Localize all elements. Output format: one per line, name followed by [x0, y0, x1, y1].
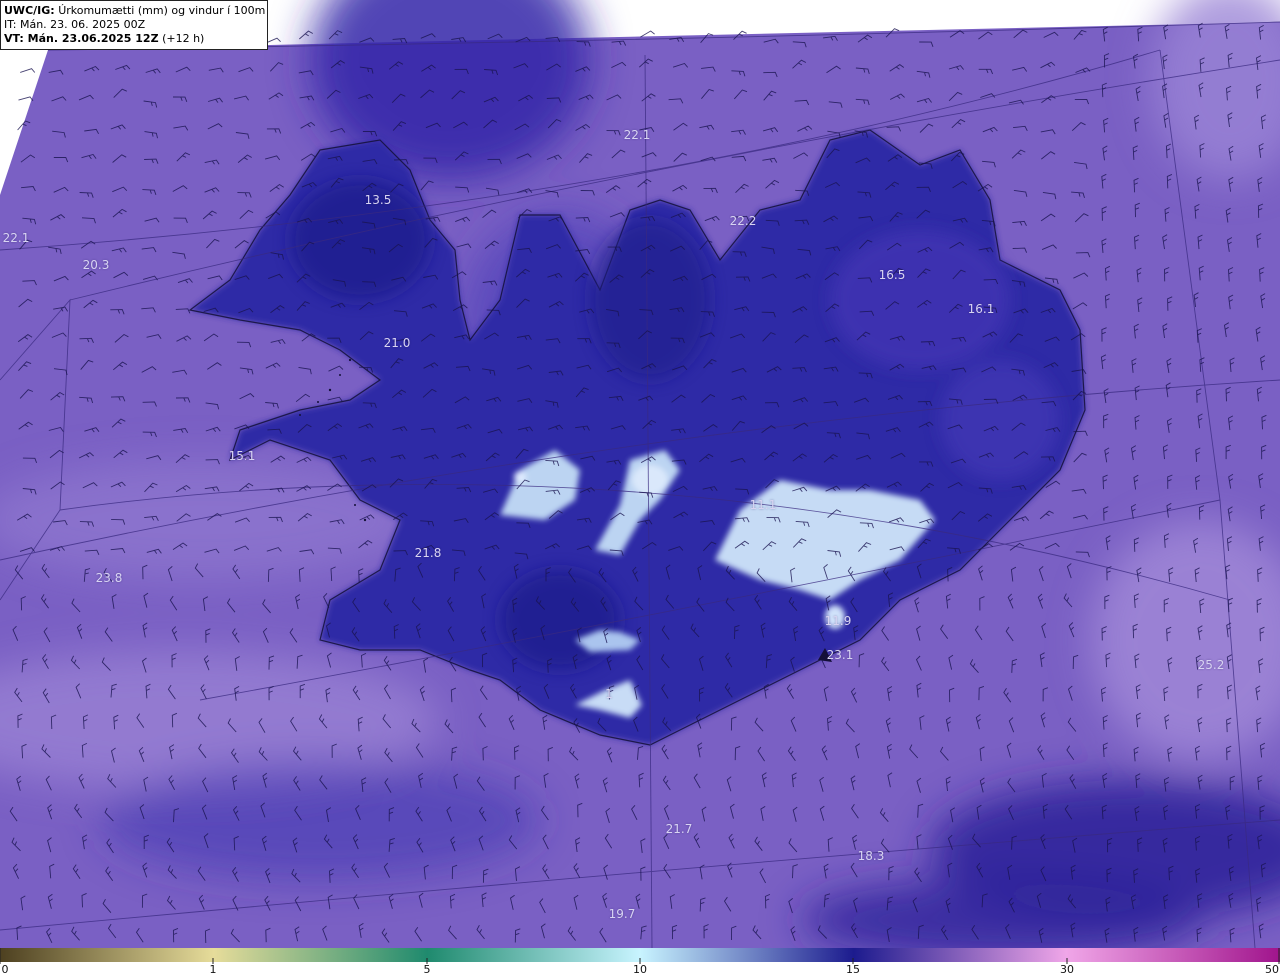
point-value: 13.5	[364, 193, 392, 207]
point-value: 21.0	[383, 336, 411, 350]
map-info-box: UWC/IG: Úrkomumætti (mm) og vindur í 100…	[0, 0, 268, 50]
point-value: 15.1	[228, 449, 256, 463]
point-value: 21.7	[665, 822, 693, 836]
point-value: 20.3	[82, 258, 110, 272]
point-value: 22.2	[729, 214, 757, 228]
colorbar-tick: 30	[1060, 963, 1074, 976]
colorbar: 0 1 5 10 15 30 50	[0, 948, 1280, 978]
init-time: IT: Mán. 23. 06. 2025 00Z	[4, 18, 146, 31]
colorbar-tick: 15	[846, 963, 860, 976]
point-value: 23.8	[95, 571, 123, 585]
model-name: UWC/IG:	[4, 4, 55, 17]
point-value: 18.3	[857, 849, 885, 863]
title-line: UWC/IG: Úrkomumætti (mm) og vindur í 100…	[4, 4, 267, 18]
colorbar-tick: 5	[423, 963, 431, 976]
valid-time-line: VT: Mán. 23.06.2025 12Z (+12 h)	[4, 32, 264, 46]
colorbar-tick: 1	[209, 963, 217, 976]
point-value: 1	[605, 687, 613, 701]
point-value: 11.1	[749, 498, 777, 512]
colorbar-tick: 0	[1, 963, 9, 976]
lead-time: (+12 h)	[162, 32, 205, 45]
point-value: 16.1	[967, 302, 995, 316]
weather-map: UWC/IG: Úrkomumætti (mm) og vindur í 100…	[0, 0, 1280, 978]
point-value: 19.7	[608, 907, 636, 921]
point-value: 22.1	[623, 128, 651, 142]
colorbar-tick: 50	[1265, 963, 1279, 976]
point-value: 23.1	[826, 648, 854, 662]
point-value: 21.8	[414, 546, 442, 560]
map-canvas	[0, 0, 1280, 948]
point-value: 25.2	[1197, 658, 1225, 672]
colorbar-tick: 10	[633, 963, 647, 976]
map-title: Úrkomumætti (mm) og vindur í 100m hæð	[58, 4, 267, 17]
point-value: 11.9	[824, 614, 852, 628]
point-value: 22.1	[2, 231, 30, 245]
valid-time: VT: Mán. 23.06.2025 12Z	[4, 32, 159, 45]
point-value: 16.5	[878, 268, 906, 282]
